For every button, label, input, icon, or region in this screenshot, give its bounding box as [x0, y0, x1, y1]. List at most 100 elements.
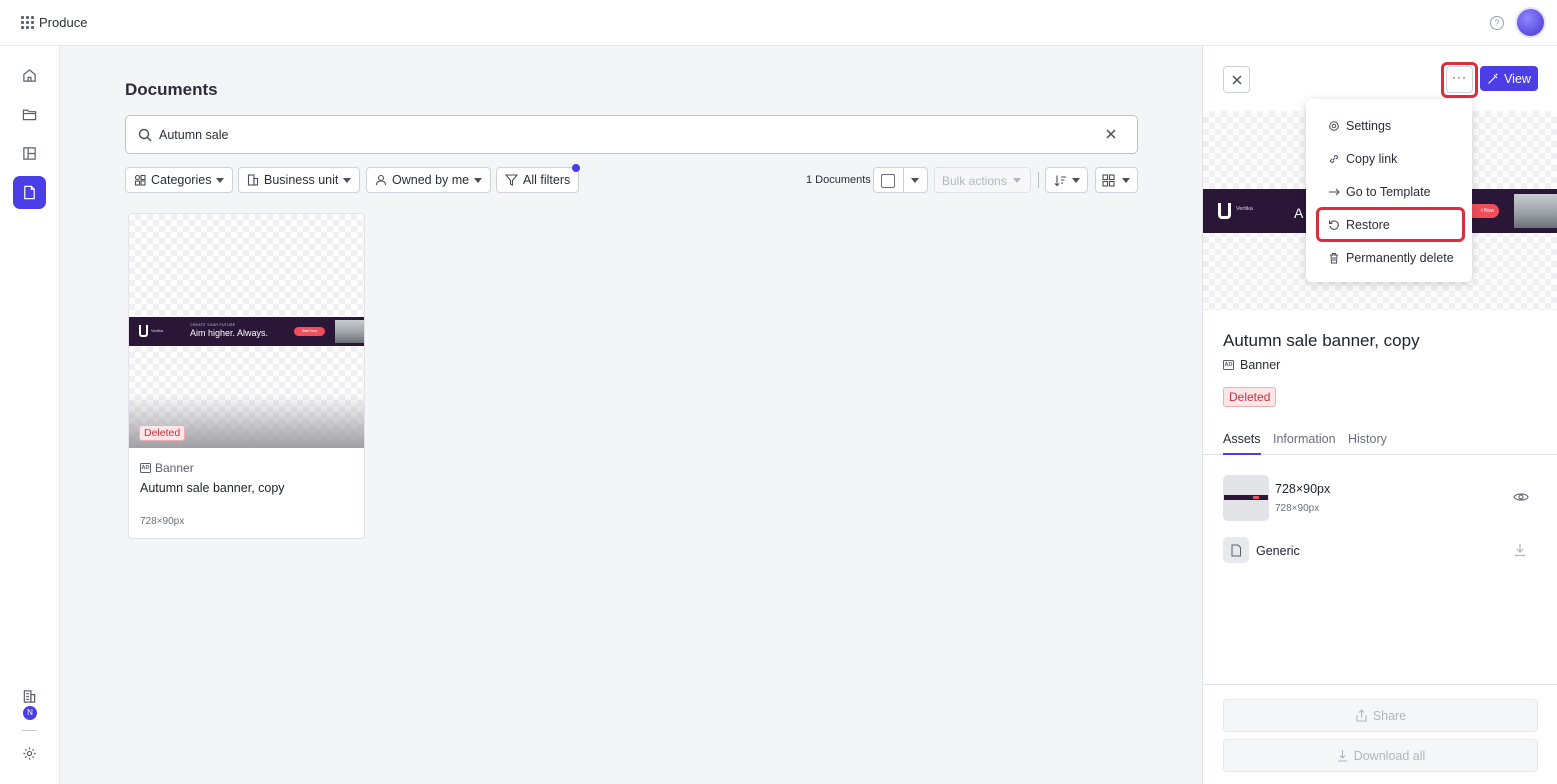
- funnel-icon: [505, 174, 518, 186]
- tab-assets[interactable]: Assets: [1223, 432, 1261, 455]
- chevron-down-icon: [1122, 178, 1130, 183]
- banner-photo: [335, 320, 364, 343]
- sort-icon: [1054, 175, 1066, 187]
- grid-view-icon: [1102, 174, 1115, 187]
- ad-icon: AD: [140, 463, 151, 473]
- document-thumbnail[interactable]: Vertika CREATE YOUR FUTURE Aim higher. A…: [129, 214, 364, 448]
- details-panel: ··· View Vertika A t Now Settings Copy l…: [1202, 46, 1557, 784]
- share-label: Share: [1372, 708, 1407, 723]
- home-icon: [23, 69, 36, 82]
- sidebar-item-settings[interactable]: [13, 737, 46, 770]
- document-type-label: Banner: [155, 461, 194, 475]
- menu-item-label: Settings: [1346, 119, 1392, 133]
- filter-categories[interactable]: Categories: [125, 167, 234, 193]
- menu-item-label: Copy link: [1346, 152, 1398, 166]
- brand-logo: [139, 325, 148, 337]
- app-grid-icon[interactable]: [21, 16, 34, 29]
- filter-label: Business unit: [264, 173, 339, 187]
- chevron-down-icon: [1013, 178, 1021, 183]
- tab-history[interactable]: History: [1348, 432, 1387, 455]
- file-icon: [1223, 537, 1249, 563]
- more-options-highlight: [1441, 62, 1478, 98]
- close-panel-button[interactable]: [1223, 66, 1250, 93]
- bulk-actions-label: Bulk actions: [942, 174, 1007, 188]
- share-icon: [1356, 709, 1367, 722]
- restore-highlight: [1316, 207, 1465, 242]
- user-avatar[interactable]: [1517, 9, 1544, 36]
- more-options-menu: Settings Copy link Go to Template Restor…: [1306, 99, 1472, 282]
- select-all-checkbox[interactable]: [881, 174, 895, 188]
- menu-item-label: Go to Template: [1346, 185, 1431, 199]
- gear-icon: [1329, 121, 1339, 131]
- document-icon: [24, 185, 35, 200]
- filter-label: All filters: [523, 173, 571, 187]
- document-name[interactable]: Autumn sale banner, copy: [140, 481, 285, 495]
- help-icon[interactable]: ?: [1490, 16, 1504, 30]
- asset-size: 728×90px: [1275, 503, 1320, 514]
- user-icon: [375, 174, 387, 186]
- search-input[interactable]: [159, 125, 1059, 145]
- document-card[interactable]: Vertika CREATE YOUR FUTURE Aim higher. A…: [128, 213, 365, 539]
- view-mode-button[interactable]: [1095, 167, 1138, 193]
- chevron-down-icon: [474, 177, 483, 183]
- sidebar-divider: [22, 730, 37, 731]
- panel-tabs: Assets Information History: [1203, 429, 1557, 455]
- filter-label: Categories: [151, 173, 212, 187]
- top-bar: Produce ?: [0, 0, 1557, 46]
- menu-item-label: Permanently delete: [1346, 251, 1454, 265]
- sidebar-item-home[interactable]: [13, 59, 46, 92]
- active-filter-dot: [572, 164, 580, 172]
- document-size: 728×90px: [140, 516, 185, 527]
- document-count: 1 Documents: [806, 174, 871, 186]
- chevron-down-icon: [216, 177, 225, 183]
- sidebar-item-folders[interactable]: [13, 98, 46, 131]
- filter-label: Owned by me: [392, 173, 470, 187]
- select-all-dropdown[interactable]: [873, 167, 928, 193]
- menu-item-go-to-template[interactable]: Go to Template: [1306, 177, 1472, 207]
- chevron-down-icon: [1072, 178, 1080, 183]
- clear-search-icon[interactable]: [1105, 128, 1117, 140]
- bulk-actions-dropdown[interactable]: Bulk actions: [934, 167, 1031, 193]
- status-badge: Deleted: [1223, 387, 1277, 407]
- banner-preview: Vertika CREATE YOUR FUTURE Aim higher. A…: [129, 317, 364, 346]
- search-icon: [138, 128, 152, 142]
- panel-document-type: AD Banner: [1223, 358, 1280, 372]
- generic-asset-label[interactable]: Generic: [1256, 544, 1300, 558]
- asset-thumbnail[interactable]: [1223, 475, 1269, 521]
- categories-icon: [134, 174, 146, 186]
- download-all-label: Download all: [1353, 748, 1426, 763]
- asset-name[interactable]: 728×90px: [1275, 482, 1330, 496]
- filter-all-filters[interactable]: All filters: [496, 167, 580, 193]
- menu-item-settings[interactable]: Settings: [1306, 111, 1472, 141]
- menu-item-copy-link[interactable]: Copy link: [1306, 144, 1472, 174]
- building-icon: [23, 690, 36, 703]
- magic-wand-icon: [1488, 73, 1498, 84]
- folder-icon: [22, 109, 37, 121]
- banner-headline: Aim higher. Always.: [190, 328, 269, 338]
- close-icon: [1232, 75, 1241, 84]
- download-icon[interactable]: [1513, 543, 1527, 557]
- panel-document-title: Autumn sale banner, copy: [1223, 331, 1420, 350]
- filter-owned-by-me[interactable]: Owned by me: [366, 167, 492, 193]
- banner-headline: A: [1294, 205, 1304, 221]
- share-button[interactable]: Share: [1223, 699, 1538, 732]
- chevron-down-icon[interactable]: [911, 178, 919, 183]
- sidebar-item-documents[interactable]: [13, 176, 46, 209]
- sort-button[interactable]: [1045, 167, 1088, 193]
- download-all-button[interactable]: Download all: [1223, 739, 1538, 772]
- tab-information[interactable]: Information: [1273, 432, 1336, 455]
- menu-item-permanently-delete[interactable]: Permanently delete: [1306, 243, 1472, 273]
- eye-icon[interactable]: [1513, 491, 1529, 503]
- link-icon: [1329, 154, 1339, 164]
- filter-business-unit[interactable]: Business unit: [238, 167, 361, 193]
- panel-document-type-label: Banner: [1240, 358, 1281, 372]
- banner-photo: [1514, 194, 1557, 228]
- chevron-down-icon: [343, 177, 352, 183]
- sidebar-item-templates[interactable]: [13, 137, 46, 170]
- toolbar-divider: [1038, 172, 1039, 188]
- view-button[interactable]: View: [1480, 66, 1538, 91]
- status-badge: Deleted: [139, 425, 186, 441]
- building-icon: [247, 174, 259, 186]
- app-title[interactable]: Produce: [39, 15, 87, 30]
- banner-cta: Start Now: [294, 327, 325, 336]
